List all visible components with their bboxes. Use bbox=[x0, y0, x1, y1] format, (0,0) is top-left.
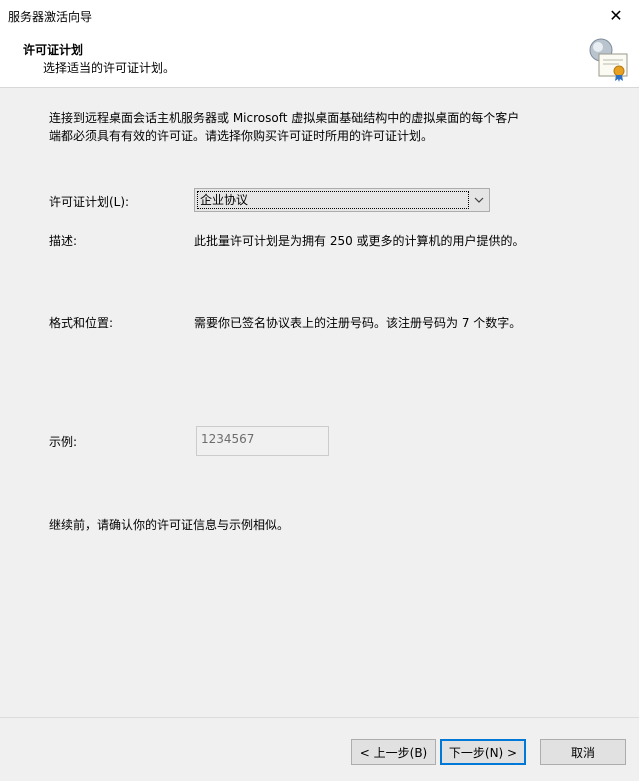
cancel-button[interactable]: 取消 bbox=[540, 739, 626, 765]
example-field: 1234567 bbox=[196, 426, 329, 456]
description-label: 描述: bbox=[49, 234, 78, 248]
intro-line-2: 端都必须具有有效的许可证。请选择你购买许可证时所用的许可证计划。 bbox=[49, 129, 434, 143]
page-subtitle: 选择适当的许可证计划。 bbox=[43, 61, 176, 75]
description-value: 此批量许可计划是为拥有 250 或更多的计算机的用户提供的。 bbox=[194, 234, 525, 248]
format-label: 格式和位置: bbox=[49, 316, 114, 330]
title-bar: 服务器激活向导 ✕ bbox=[0, 0, 639, 30]
license-program-select[interactable]: 企业协议 bbox=[194, 188, 490, 212]
wizard-header: 许可证计划 选择适当的许可证计划。 bbox=[0, 30, 639, 88]
wizard-content: 连接到远程桌面会话主机服务器或 Microsoft 虚拟桌面基础结构中的虚拟桌面… bbox=[0, 89, 639, 717]
close-icon: ✕ bbox=[609, 5, 623, 25]
certificate-icon bbox=[589, 38, 628, 82]
confirm-text: 继续前，请确认你的许可证信息与示例相似。 bbox=[49, 518, 290, 532]
close-button[interactable]: ✕ bbox=[593, 0, 639, 30]
license-program-value: 企业协议 bbox=[197, 191, 469, 209]
chevron-down-icon bbox=[474, 197, 484, 203]
license-program-label: 许可证计划(L): bbox=[49, 195, 130, 209]
format-value: 需要你已签名协议表上的注册号码。该注册号码为 7 个数字。 bbox=[194, 316, 522, 330]
page-title: 许可证计划 bbox=[23, 43, 84, 57]
window-title: 服务器激活向导 bbox=[8, 10, 93, 24]
back-button[interactable]: < 上一步(B) bbox=[351, 739, 436, 765]
wizard-footer: < 上一步(B) 下一步(N) > 取消 bbox=[0, 717, 639, 781]
next-button[interactable]: 下一步(N) > bbox=[440, 739, 526, 765]
example-label: 示例: bbox=[49, 435, 78, 449]
intro-line-1: 连接到远程桌面会话主机服务器或 Microsoft 虚拟桌面基础结构中的虚拟桌面… bbox=[49, 111, 520, 125]
intro-text: 连接到远程桌面会话主机服务器或 Microsoft 虚拟桌面基础结构中的虚拟桌面… bbox=[49, 109, 539, 145]
